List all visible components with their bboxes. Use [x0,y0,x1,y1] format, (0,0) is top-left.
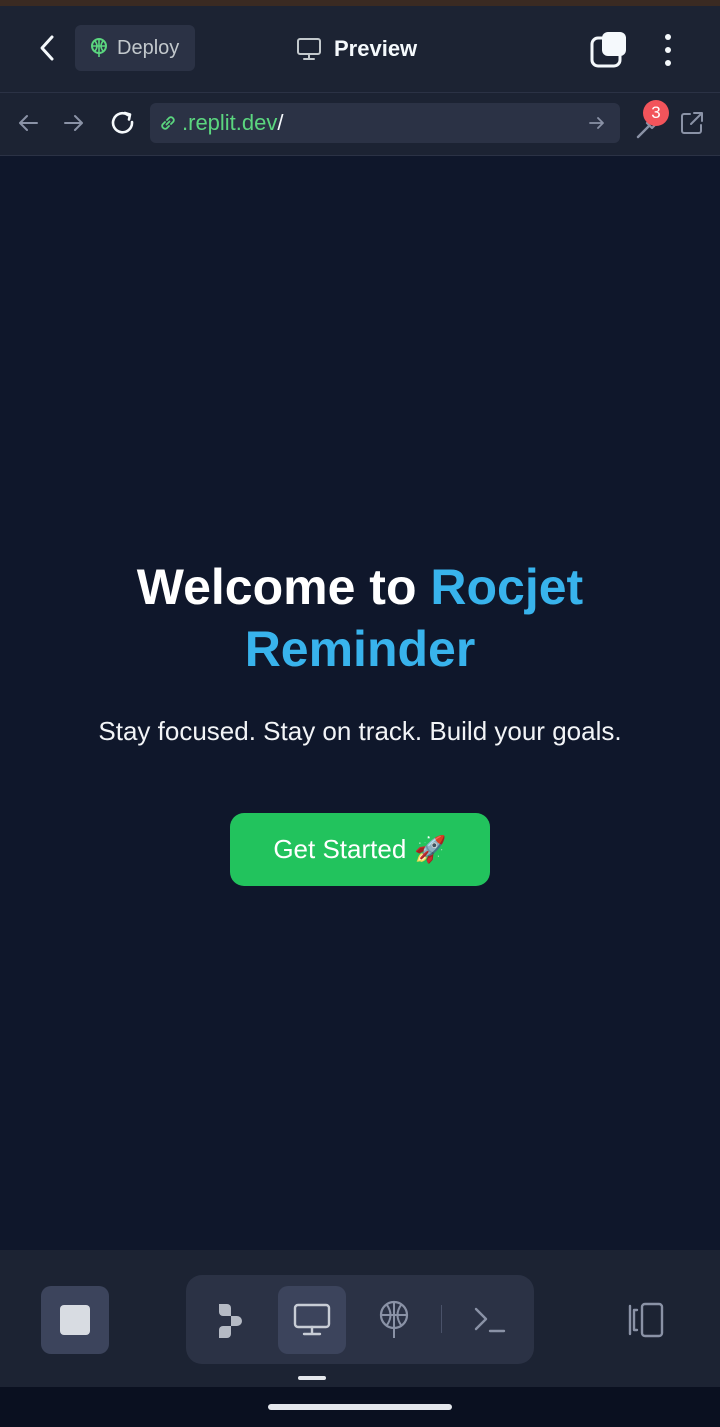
hero-title-accent-2: Reminder [244,621,476,677]
reload-icon [111,111,134,134]
bottom-toolbar [0,1250,720,1387]
open-external-button[interactable] [676,105,708,141]
page-title-text: Preview [334,36,418,61]
nav-back-button[interactable] [10,105,46,141]
drawer-handle[interactable] [298,1376,326,1380]
hero-title-plain: Welcome to [136,559,431,615]
get-started-label: Get Started [273,834,407,864]
hero-title-accent-1: Rocjet [430,559,584,615]
reload-button[interactable] [105,105,141,141]
tool-deployments[interactable] [360,1286,428,1354]
page-title: Preview [296,30,417,68]
tool-webview[interactable] [278,1286,346,1354]
tool-agent[interactable] [196,1286,264,1354]
system-nav-bar [0,1387,720,1427]
url-host: .replit.dev [182,110,278,135]
deploy-button[interactable]: Deploy [75,25,195,71]
tabs-button[interactable] [588,30,628,70]
monitor-icon [293,1303,331,1336]
app-bar: Deploy Preview [0,6,720,93]
chevron-left-icon [40,35,54,61]
webview-content: Welcome to Rocjet Reminder Stay focused. … [0,156,720,1250]
stop-button[interactable] [41,1286,109,1354]
deploy-icon [379,1300,409,1338]
arrow-left-icon [19,115,38,131]
browser-toolbar: .replit.dev / [0,93,720,156]
terminal-icon [474,1307,506,1333]
more-options-button[interactable] [652,30,684,70]
tabs-icon [590,32,626,68]
hero-subtitle: Stay focused. Stay on track. Build your … [98,716,622,746]
arrow-right-icon [64,115,83,131]
tool-switcher [186,1275,534,1364]
tool-shell[interactable] [456,1286,524,1354]
toolbar-divider [441,1305,442,1333]
hero-title: Welcome to Rocjet Reminder [60,556,660,680]
deploy-label: Deploy [117,36,180,59]
split-view-button[interactable] [620,1300,668,1340]
more-vertical-icon [665,34,671,40]
go-arrow-icon[interactable] [586,112,608,134]
rocket-icon: 🚀 [414,834,447,864]
get-started-button[interactable]: Get Started 🚀 [230,813,490,886]
home-gesture-bar[interactable] [268,1404,452,1410]
nav-forward-button[interactable] [56,105,92,141]
stop-icon [60,1305,90,1335]
back-button[interactable] [30,30,66,66]
url-path: / [277,110,284,135]
deploy-icon [91,38,107,57]
external-link-icon [681,112,703,134]
monitor-icon [297,38,321,60]
url-input[interactable]: .replit.dev / [150,103,620,143]
agent-icon [219,1304,242,1338]
devtools-badge: 3 [643,100,669,126]
split-view-icon [628,1302,664,1338]
link-icon [161,116,175,130]
